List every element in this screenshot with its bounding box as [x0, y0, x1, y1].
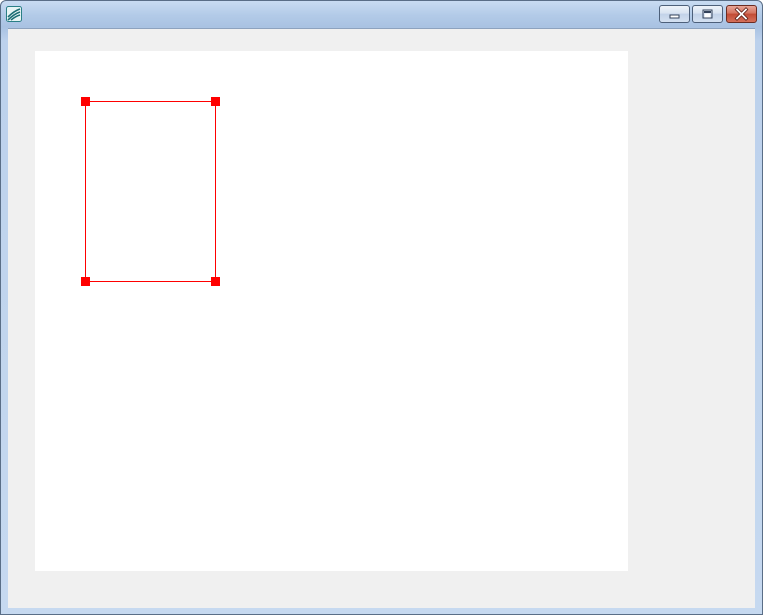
minimize-icon: [669, 14, 680, 19]
app-window: [0, 0, 763, 615]
title-bar[interactable]: [1, 1, 762, 27]
selected-rectangle[interactable]: [85, 101, 216, 282]
close-icon: [734, 7, 749, 21]
top-left-handle[interactable]: [81, 97, 90, 106]
maximize-button[interactable]: [692, 5, 723, 23]
client-area: [8, 28, 755, 608]
close-button[interactable]: [726, 5, 757, 23]
maximize-icon: [702, 9, 713, 19]
minimize-button[interactable]: [659, 5, 690, 23]
drawing-canvas[interactable]: [35, 51, 628, 571]
top-right-handle[interactable]: [211, 97, 220, 106]
app-icon[interactable]: [6, 6, 22, 22]
bottom-left-handle[interactable]: [81, 277, 90, 286]
bottom-right-handle[interactable]: [211, 277, 220, 286]
